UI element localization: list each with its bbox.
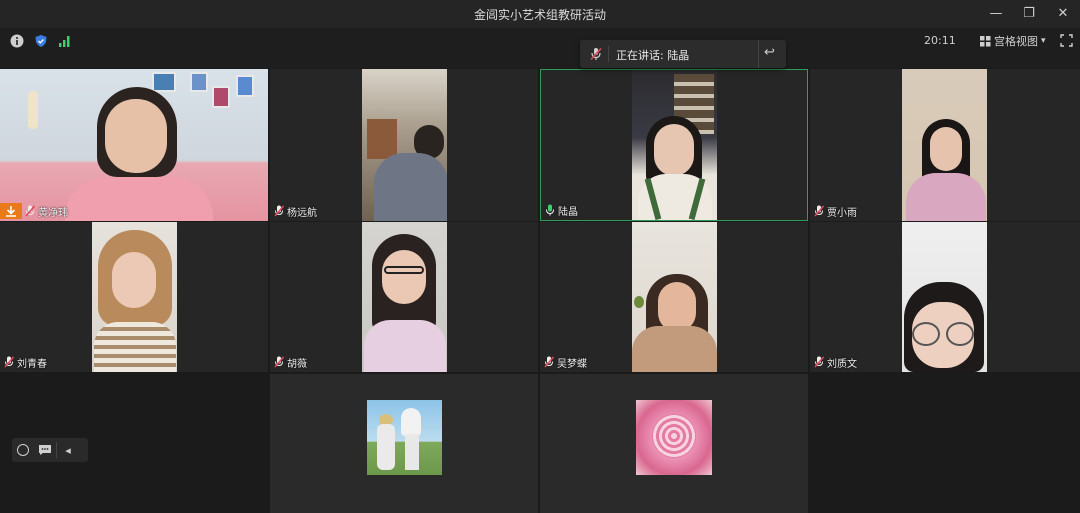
- participant-name: 吴梦蝶: [557, 358, 587, 370]
- participant-name: 贾小雨: [827, 207, 857, 219]
- video-tile-wu[interactable]: 吴梦蝶: [540, 222, 808, 372]
- current-speaker-popup: 正在讲话: 陆晶 ↩: [580, 40, 786, 68]
- avatar-tile[interactable]: [270, 374, 538, 513]
- video-tile-liu-zhiwen[interactable]: 刘质文: [810, 222, 1080, 372]
- participant-video: [902, 69, 987, 221]
- participant-video: [632, 222, 717, 372]
- participant-video: [632, 70, 717, 220]
- download-icon[interactable]: [0, 203, 22, 219]
- participant-name-bar: 杨远航: [274, 203, 317, 219]
- participant-video: [902, 222, 987, 372]
- avatar: [636, 400, 712, 475]
- mic-muted-icon: [4, 356, 14, 368]
- mic-muted-icon: [25, 205, 35, 217]
- mic-muted-icon: [274, 205, 284, 217]
- minimize-button[interactable]: —: [985, 4, 1007, 24]
- video-tile-huang[interactable]: 黄净玮: [0, 69, 268, 221]
- close-button[interactable]: ✕: [1052, 4, 1074, 24]
- mic-muted-icon: [814, 205, 824, 217]
- view-mode-selector[interactable]: 宫格视图 ▾: [980, 33, 1046, 49]
- participant-name-bar: 黄净玮: [0, 203, 68, 219]
- grid-view-icon: [980, 35, 991, 46]
- participant-name: 陆晶: [558, 206, 578, 218]
- mic-active-icon: [546, 204, 554, 216]
- bottom-controls: ◂: [12, 438, 88, 462]
- participant-name-bar: 陆晶: [545, 202, 578, 218]
- meeting-toolbar: 20:11 宫格视图 ▾: [0, 28, 1080, 68]
- avatar: [367, 400, 442, 475]
- current-speaker-label: 正在讲话: 陆晶: [616, 49, 690, 62]
- participant-name-bar: 吴梦蝶: [544, 354, 587, 370]
- participant-name: 刘质文: [827, 358, 857, 370]
- mic-muted-icon: [274, 356, 284, 368]
- chat-icon: [39, 445, 51, 455]
- participant-name: 胡薇: [287, 358, 307, 370]
- security-shield-icon[interactable]: [34, 34, 48, 48]
- avatar-tile[interactable]: [540, 374, 808, 513]
- emoji-button[interactable]: [12, 438, 34, 462]
- network-signal-icon[interactable]: [58, 34, 72, 48]
- participant-video: [0, 69, 268, 221]
- video-tile-jia[interactable]: 贾小雨: [810, 69, 1080, 221]
- restore-button[interactable]: ❐: [1018, 4, 1040, 24]
- video-tile-hu[interactable]: 胡薇: [270, 222, 538, 372]
- fullscreen-icon[interactable]: [1060, 34, 1073, 47]
- window-title: 金阊实小艺术组教研活动: [473, 8, 606, 22]
- mic-muted-icon: [590, 47, 602, 61]
- video-tile-yang[interactable]: 杨远航: [270, 69, 538, 221]
- emoji-icon: [17, 444, 29, 456]
- video-tile-liu-qingchun[interactable]: 刘青春: [0, 222, 268, 372]
- participant-video: [362, 69, 447, 221]
- meeting-clock: 20:11: [924, 34, 956, 47]
- participant-name: 刘青春: [17, 358, 47, 370]
- mic-muted-icon: [544, 356, 554, 368]
- participant-name: 杨远航: [287, 207, 317, 219]
- chevron-down-icon: ▾: [1041, 36, 1046, 46]
- participant-video: [92, 222, 177, 372]
- participant-name: 黄净玮: [38, 207, 68, 219]
- participant-name-bar: 刘青春: [4, 354, 47, 370]
- participant-video: [362, 222, 447, 372]
- participant-name-bar: 贾小雨: [814, 203, 857, 219]
- chat-button[interactable]: [34, 438, 56, 462]
- mic-muted-icon: [814, 356, 824, 368]
- info-icon[interactable]: [10, 34, 24, 48]
- participant-name-bar: 刘质文: [814, 354, 857, 370]
- collapse-button[interactable]: ◂: [57, 438, 79, 462]
- title-bar: 金阊实小艺术组教研活动 — ❐ ✕: [0, 0, 1080, 28]
- view-mode-label: 宫格视图: [994, 35, 1038, 48]
- back-arrow-icon[interactable]: ↩: [764, 45, 775, 60]
- video-tile-lu-active[interactable]: 陆晶: [540, 69, 808, 221]
- participant-name-bar: 胡薇: [274, 354, 307, 370]
